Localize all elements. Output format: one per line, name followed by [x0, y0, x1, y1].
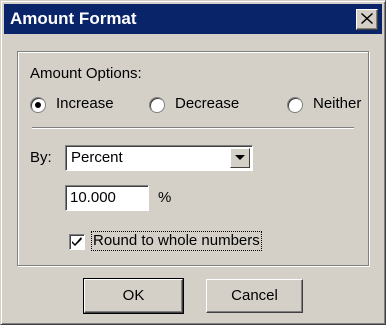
chevron-down-icon [235, 155, 245, 160]
cancel-button[interactable]: Cancel [206, 279, 303, 313]
ok-button[interactable]: OK [83, 278, 184, 314]
radio-increase[interactable] [30, 97, 46, 113]
amount-input[interactable]: 10.000 [65, 185, 149, 211]
amount-input-value: 10.000 [70, 189, 116, 206]
by-select[interactable]: Percent [65, 145, 253, 171]
by-label: By: [30, 149, 52, 166]
radio-increase-label[interactable]: Increase [56, 95, 114, 113]
radio-neither-label[interactable]: Neither [313, 95, 361, 113]
round-checkbox-label[interactable]: Round to whole numbers [91, 231, 262, 251]
percent-unit-label: % [158, 189, 172, 206]
dialog-title: Amount Format [10, 9, 137, 28]
by-select-value: Percent [71, 149, 123, 166]
close-icon [361, 13, 373, 24]
round-checkbox[interactable] [69, 234, 85, 250]
radio-neither[interactable] [287, 97, 303, 113]
options-panel: Amount Options: Increase Decrease Neithe… [17, 51, 369, 266]
by-select-arrow-button[interactable] [230, 148, 250, 168]
title-bar[interactable]: Amount Format [4, 4, 382, 34]
amount-options-label: Amount Options: [30, 65, 142, 82]
separator [32, 127, 354, 129]
amount-format-dialog: Amount Format Amount Options: Increase D… [0, 0, 386, 325]
checkmark-icon [72, 237, 82, 246]
radio-decrease[interactable] [149, 97, 165, 113]
radio-decrease-label[interactable]: Decrease [175, 95, 239, 113]
close-button[interactable] [356, 9, 378, 30]
